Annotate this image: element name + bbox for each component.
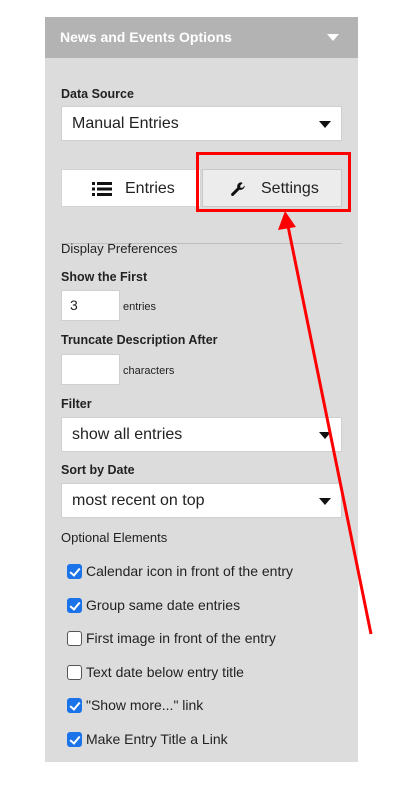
annotation-arrow xyxy=(278,211,373,635)
